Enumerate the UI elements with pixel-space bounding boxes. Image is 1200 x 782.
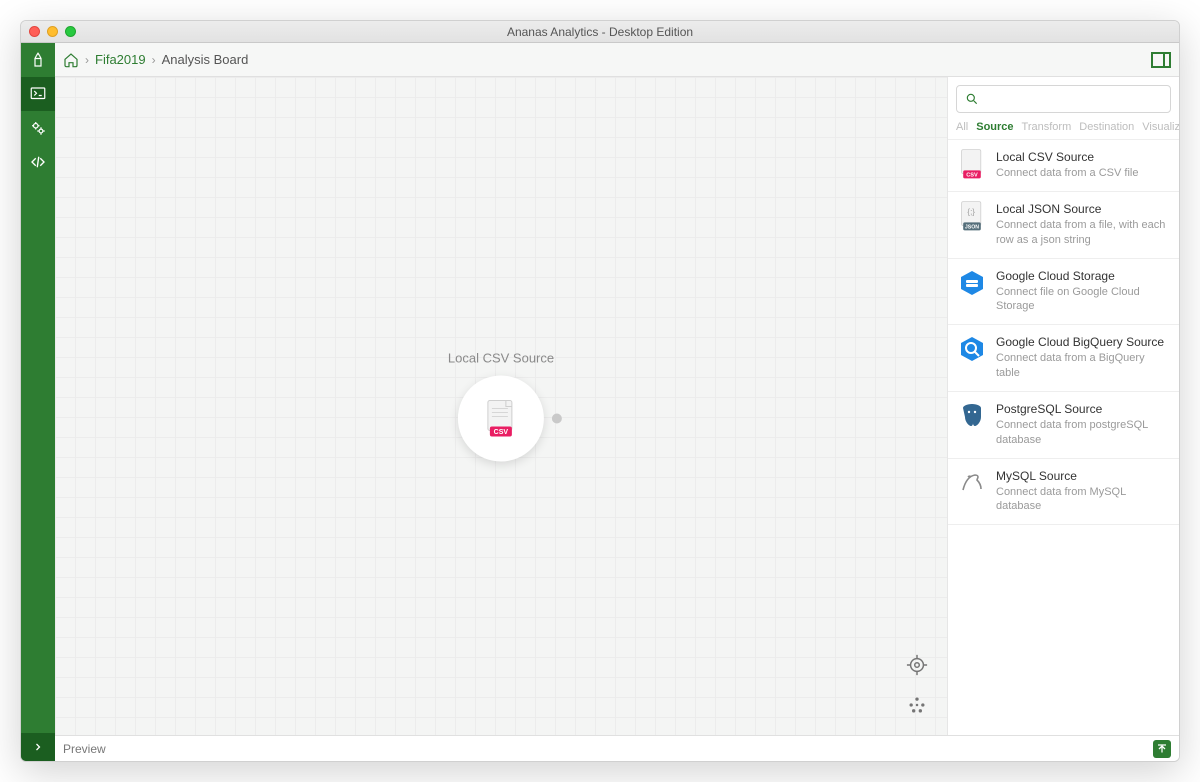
breadcrumb: › Fifa2019 › Analysis Board xyxy=(63,52,248,68)
source-item-title: PostgreSQL Source xyxy=(996,402,1169,416)
sidebar-expand-button[interactable] xyxy=(21,733,55,761)
minimize-window-button[interactable] xyxy=(47,26,58,37)
source-item[interactable]: Google Cloud BigQuery Source Connect data… xyxy=(948,325,1179,392)
left-sidebar xyxy=(21,43,55,761)
sidebar-item-project[interactable] xyxy=(21,43,55,77)
json-icon: {;} JSON xyxy=(958,202,986,230)
postgres-icon xyxy=(958,402,986,430)
target-icon xyxy=(906,654,928,676)
source-item[interactable]: {;} JSON Local JSON Source Connect data fro… xyxy=(948,192,1179,259)
pineapple-icon xyxy=(29,51,47,69)
tab-destination[interactable]: Destination xyxy=(1079,121,1134,133)
gears-icon xyxy=(29,119,47,137)
bq-icon xyxy=(958,335,986,363)
source-item-desc: Connect data from a CSV file xyxy=(996,166,1169,181)
center-canvas-button[interactable] xyxy=(905,653,929,677)
sidebar-item-board[interactable] xyxy=(21,77,55,111)
source-item[interactable]: Google Cloud Storage Connect file on Goog… xyxy=(948,259,1179,326)
code-icon xyxy=(29,153,47,171)
window-title: Ananas Analytics - Desktop Edition xyxy=(507,25,693,39)
board-icon xyxy=(29,85,47,103)
right-panel: All Source Transform Destination Visuali… xyxy=(947,77,1179,735)
close-window-button[interactable] xyxy=(29,26,40,37)
gcs-icon xyxy=(958,269,986,297)
tab-transform[interactable]: Transform xyxy=(1022,121,1072,133)
arrow-up-icon xyxy=(1156,743,1168,755)
source-item[interactable]: PostgreSQL Source Connect data from postg… xyxy=(948,392,1179,459)
chevron-right-icon xyxy=(32,741,44,753)
canvas-node[interactable]: Local CSV Source CSV xyxy=(448,351,554,462)
tab-source[interactable]: Source xyxy=(976,121,1013,133)
csv-icon: CSV xyxy=(958,150,986,178)
source-tabs: All Source Transform Destination Visuali… xyxy=(948,121,1179,140)
analysis-canvas[interactable]: Local CSV Source CSV xyxy=(55,77,947,735)
breadcrumb-board: Analysis Board xyxy=(162,52,249,67)
source-item-title: Google Cloud Storage xyxy=(996,269,1169,283)
canvas-node-title: Local CSV Source xyxy=(448,351,554,366)
svg-text:CSV: CSV xyxy=(966,172,978,178)
source-item-title: MySQL Source xyxy=(996,469,1169,483)
sidebar-item-code[interactable] xyxy=(21,145,55,179)
titlebar: Ananas Analytics - Desktop Edition xyxy=(21,21,1179,43)
search-input[interactable] xyxy=(985,92,1162,106)
home-icon[interactable] xyxy=(63,52,79,68)
canvas-controls xyxy=(905,653,929,717)
preview-label[interactable]: Preview xyxy=(63,742,106,756)
source-list: CSV Local CSV Source Connect data from a C… xyxy=(948,140,1179,735)
breadcrumb-sep: › xyxy=(152,53,156,67)
auto-layout-button[interactable] xyxy=(905,693,929,717)
node-output-port[interactable] xyxy=(552,414,562,424)
source-item[interactable]: CSV Local CSV Source Connect data from a C… xyxy=(948,140,1179,192)
source-item-desc: Connect data from a BigQuery table xyxy=(996,351,1169,381)
source-item-title: Local JSON Source xyxy=(996,202,1169,216)
source-item-desc: Connect data from MySQL database xyxy=(996,485,1169,515)
source-item-title: Local CSV Source xyxy=(996,150,1169,164)
source-item-desc: Connect data from a file, with each row … xyxy=(996,218,1169,248)
source-item-desc: Connect data from postgreSQL database xyxy=(996,418,1169,448)
source-item-title: Google Cloud BigQuery Source xyxy=(996,335,1169,349)
svg-text:JSON: JSON xyxy=(965,224,979,230)
breadcrumb-project[interactable]: Fifa2019 xyxy=(95,52,146,67)
nodes-icon xyxy=(907,695,927,715)
svg-text:{;}: {;} xyxy=(967,207,975,216)
source-item[interactable]: MySQL Source Connect data from MySQL data… xyxy=(948,459,1179,526)
toggle-right-panel-button[interactable] xyxy=(1151,52,1171,68)
run-button[interactable] xyxy=(1153,740,1171,758)
app-window: Ananas Analytics - Desktop Edition xyxy=(20,20,1180,762)
bottom-panel: Preview xyxy=(55,735,1179,761)
mysql-icon xyxy=(958,469,986,497)
maximize-window-button[interactable] xyxy=(65,26,76,37)
tab-visualization[interactable]: Visualization xyxy=(1142,121,1180,133)
svg-text:CSV: CSV xyxy=(494,429,509,436)
breadcrumb-sep: › xyxy=(85,53,89,67)
csv-file-icon: CSV xyxy=(484,399,518,439)
canvas-node-body[interactable]: CSV xyxy=(458,376,544,462)
tab-all[interactable]: All xyxy=(956,121,968,133)
source-item-desc: Connect file on Google Cloud Storage xyxy=(996,285,1169,315)
sidebar-item-settings[interactable] xyxy=(21,111,55,145)
search-icon xyxy=(965,92,979,106)
header: › Fifa2019 › Analysis Board xyxy=(55,43,1179,77)
search-box[interactable] xyxy=(956,85,1171,113)
window-controls xyxy=(29,26,76,37)
